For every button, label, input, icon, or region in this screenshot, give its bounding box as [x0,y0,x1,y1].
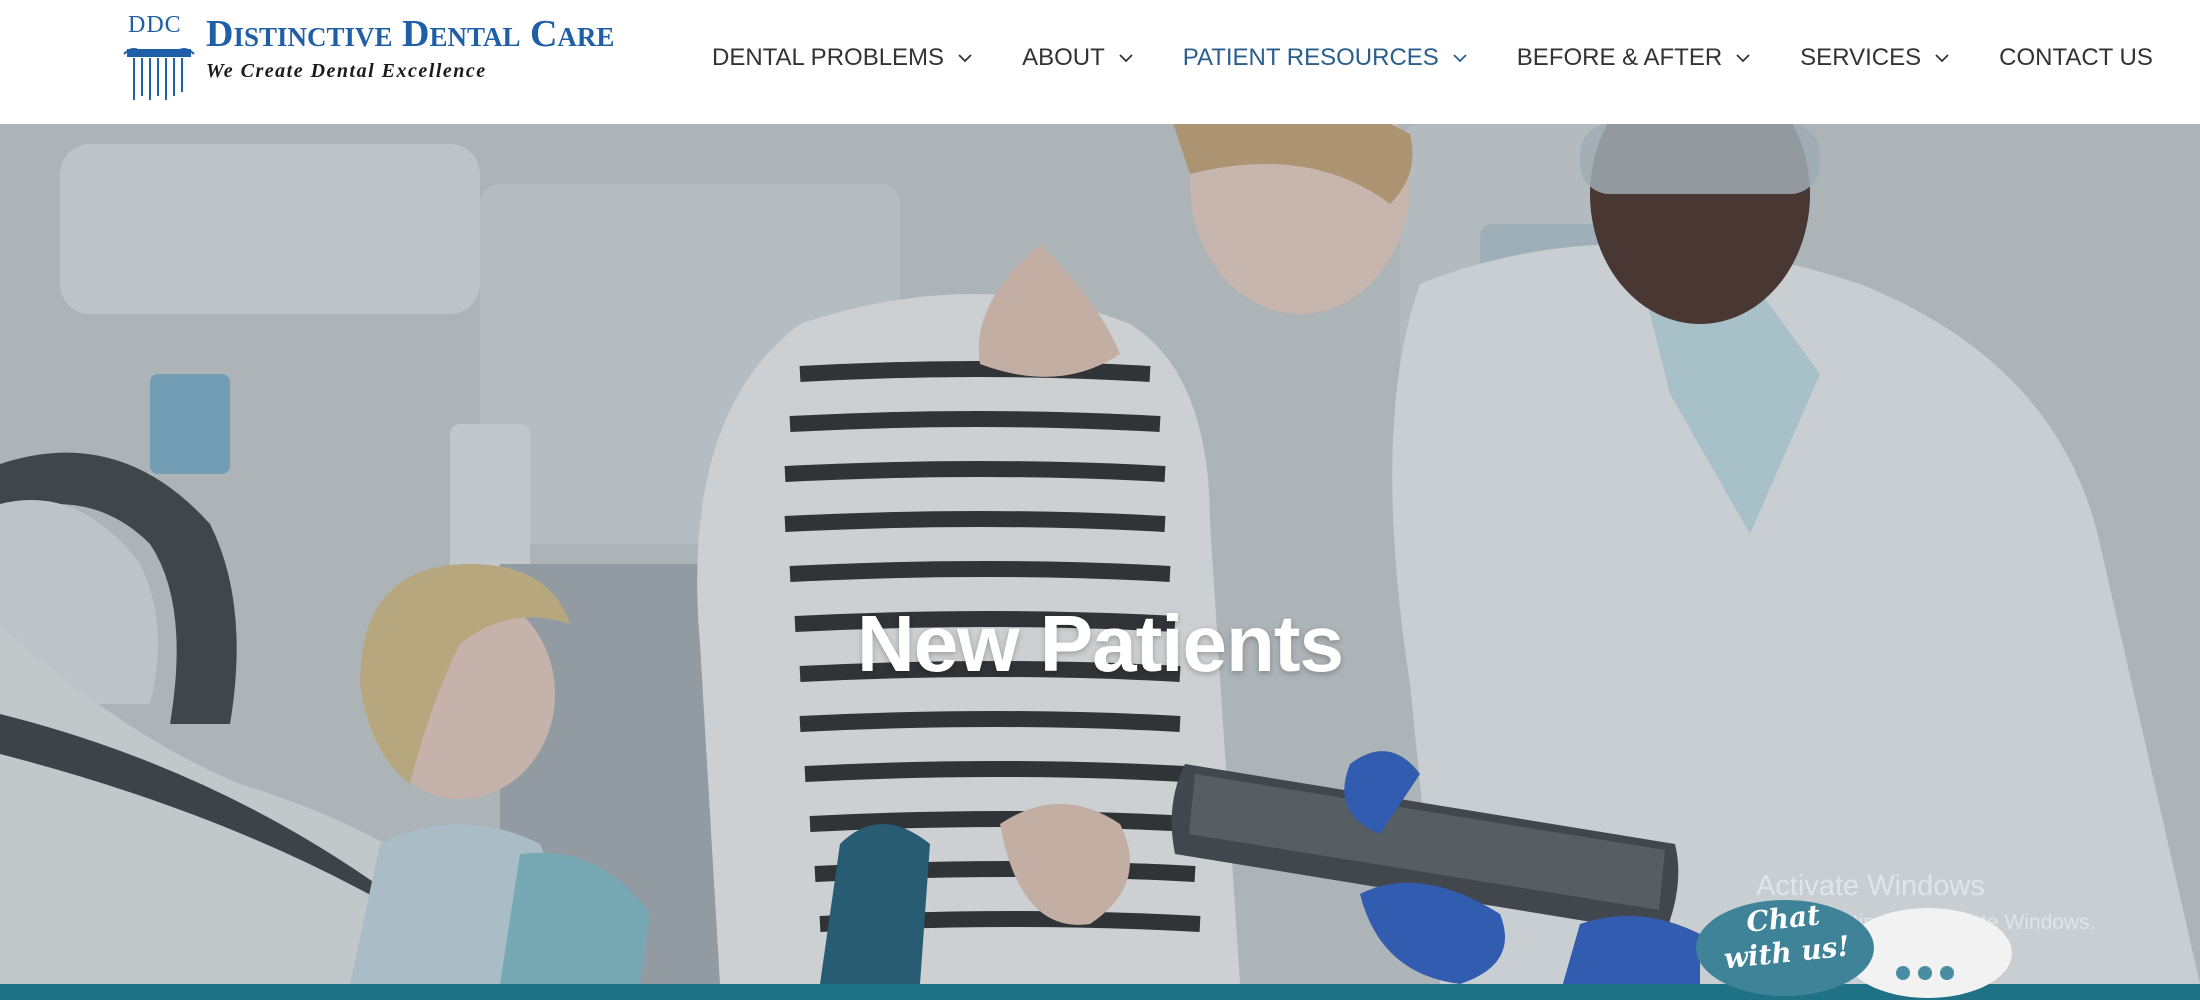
site-header: DDC Distinctive Dental Care We Create De… [0,0,2200,124]
chevron-down-icon [1119,53,1133,62]
nav-item-label: ABOUT [1022,44,1105,71]
nav-item-about[interactable]: ABOUT [1022,44,1133,72]
logo-tagline: We Create Dental Excellence [206,60,487,82]
nav-item-label: BEFORE & AFTER [1516,44,1723,71]
logo-abbreviation: DDC [128,12,182,38]
chevron-down-icon [1935,53,1949,62]
nav-item-label: SERVICES [1800,44,1922,71]
hero-dim-overlay [0,124,2200,984]
chat-label: Chat with us! [1693,893,1877,979]
nav-item-label: CONTACT US [1999,44,2153,71]
typing-dots-icon [1896,966,1962,980]
chat-widget-button[interactable]: Chat with us! [1696,898,2016,1000]
nav-item-label: PATIENT RESOURCES [1182,44,1439,71]
page-title: New Patients [857,598,1344,688]
logo-name: Distinctive Dental Care [206,13,615,55]
nav-item-before-after[interactable]: BEFORE & AFTER [1517,44,1750,72]
nav-item-dental-problems[interactable]: DENTAL PROBLEMS [712,44,972,72]
nav-item-services[interactable]: SERVICES [1800,44,1949,72]
chat-label-line2: with us! [1722,929,1852,976]
watermark-title: Activate Windows [1756,870,1985,902]
chevron-down-icon [958,53,972,62]
chat-bubble: Chat with us! [1696,898,1874,996]
site-logo[interactable]: DDC Distinctive Dental Care We Create De… [120,10,614,102]
nav-item-label: DENTAL PROBLEMS [712,44,945,71]
nav-item-patient-resources[interactable]: PATIENT RESOURCES [1183,44,1467,72]
chevron-down-icon [1736,53,1750,62]
chevron-down-icon [1453,53,1467,62]
main-navigation: DENTAL PROBLEMS ABOUT PATIENT RESOURCES … [712,38,2153,78]
nav-item-contact-us[interactable]: CONTACT US [1999,44,2153,72]
hero-banner: New Patients [0,124,2200,984]
